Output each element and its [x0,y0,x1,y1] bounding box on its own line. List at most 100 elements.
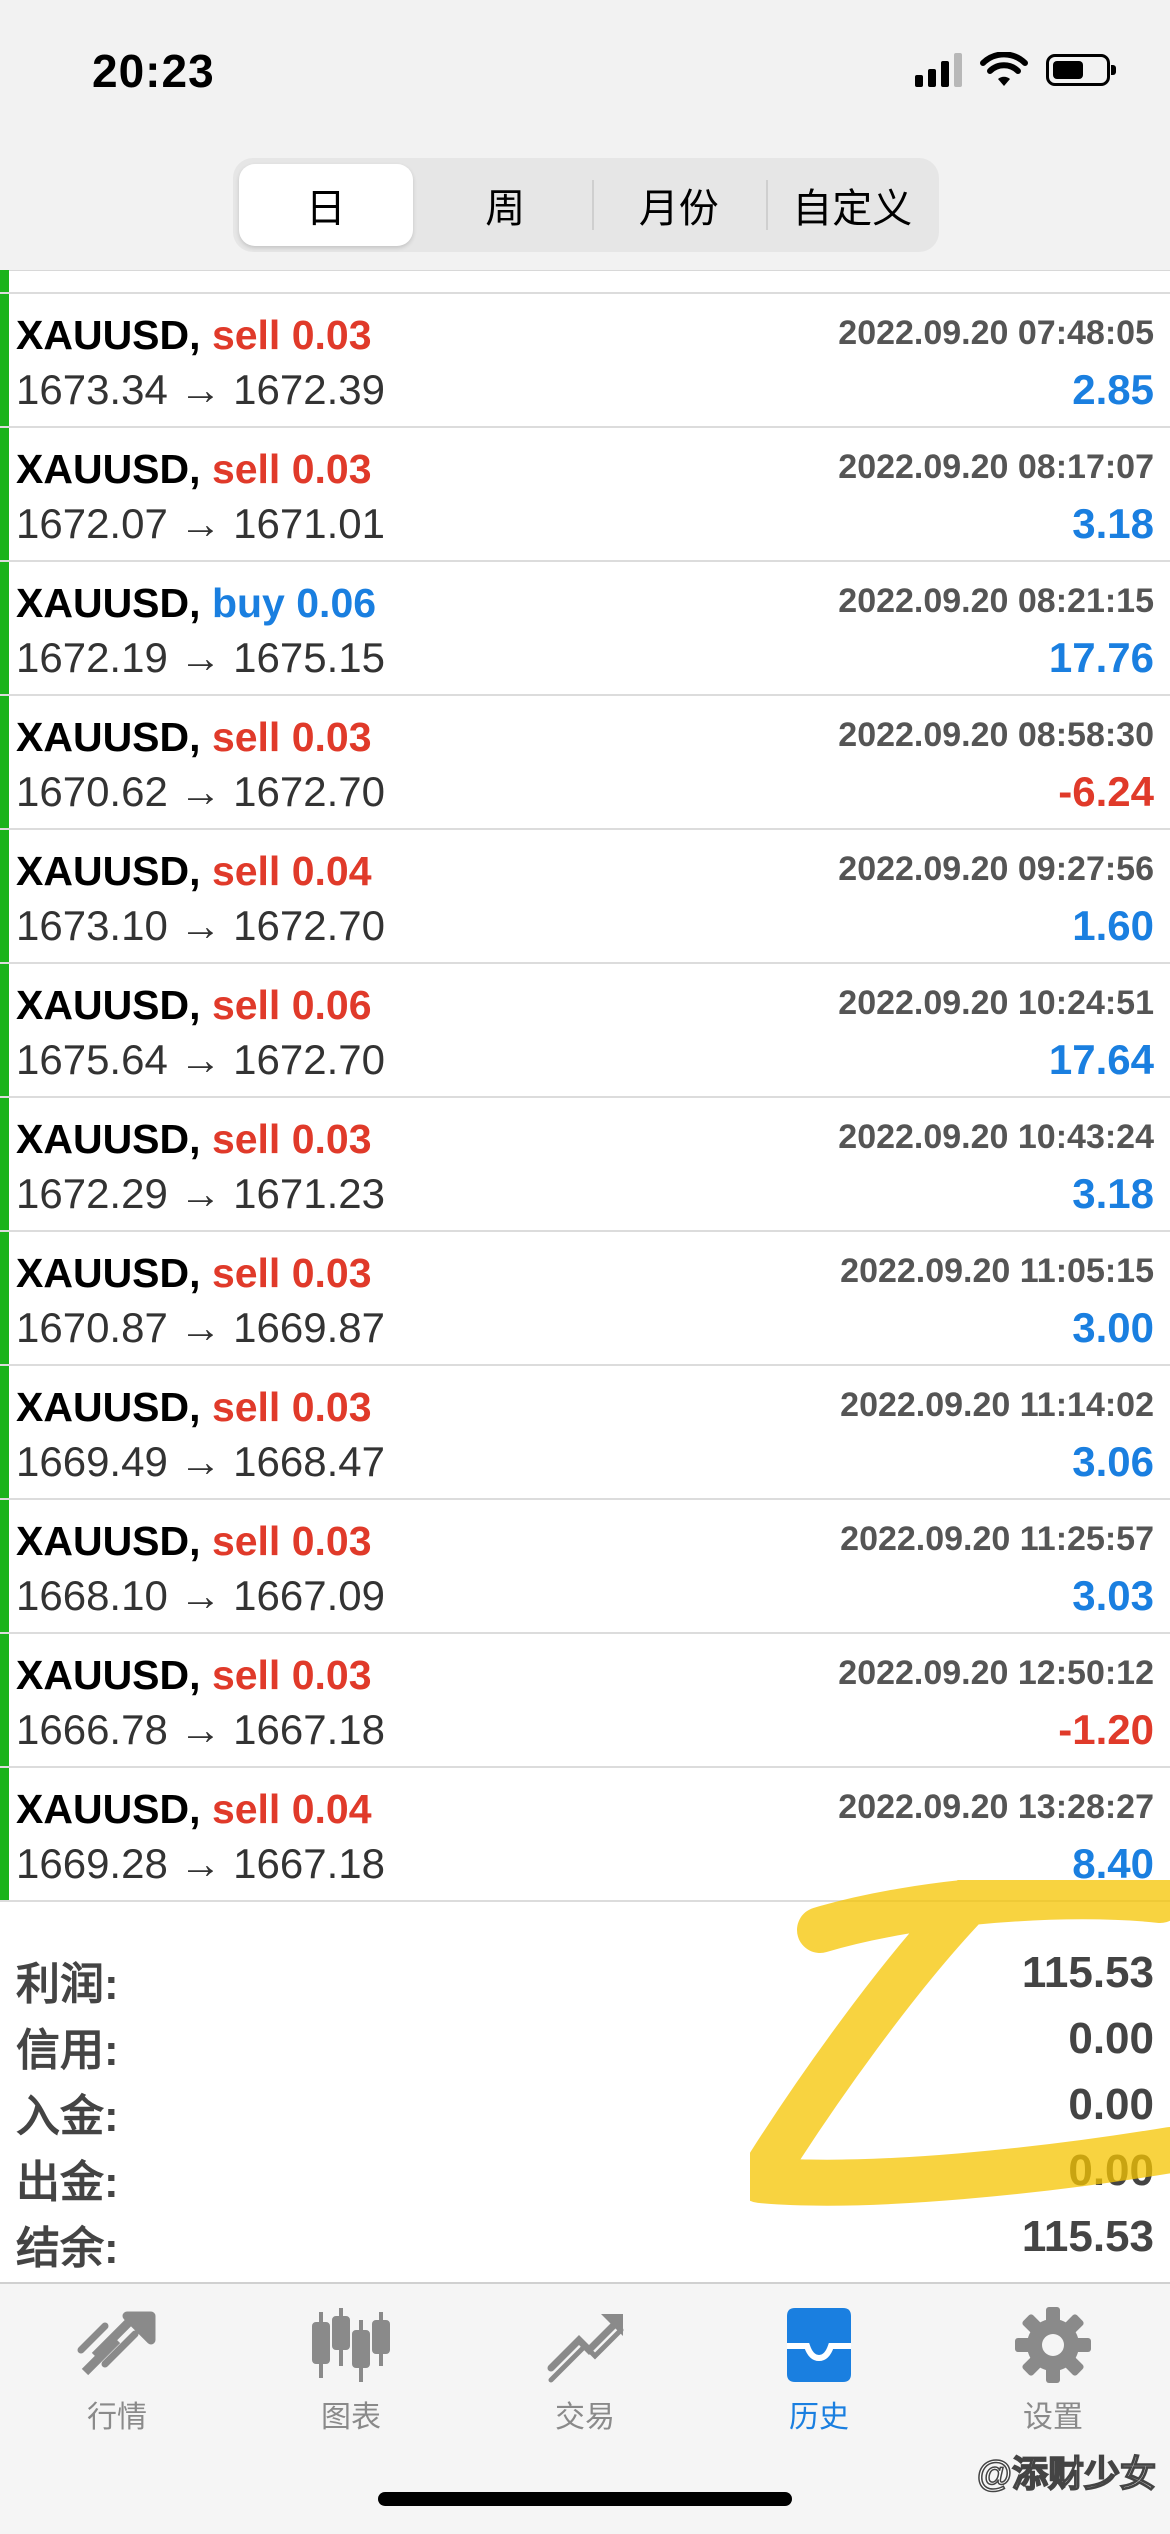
deal-prices: 1670.87 → 1669.87 [16,1304,385,1351]
chart-icon [312,2308,390,2382]
deal-time: 2022.09.20 08:58:30 [838,716,1154,754]
history-icon [787,2308,851,2382]
deal-time: 2022.09.20 11:25:57 [840,1520,1154,1558]
deal-profit: 1.60 [1072,902,1154,949]
watermark: @添财少女 [976,2452,1157,2495]
deal-volume: 0.06 [296,580,377,626]
deal-time: 2022.09.20 12:50:12 [838,1654,1154,1692]
table-row[interactable]: XAUUSD, sell 0.03 2022.09.20 08:58:30 1670… [0,696,1170,830]
home-indicator[interactable] [378,2492,792,2506]
row-marker [0,1634,9,1766]
deal-prices: 1673.10 → 1672.70 [16,902,385,949]
deal-volume: 0.03 [291,1250,372,1296]
tab-label: 行情 [87,2401,147,2434]
segment-month[interactable]: 月份 [592,158,766,252]
summary-deposit-row: 入金: 0.00 [0,2066,1170,2141]
row-marker [0,428,9,560]
tab-label: 设置 [1023,2401,1083,2434]
deal-volume: 0.04 [291,1786,372,1832]
deal-time: 2022.09.20 09:27:56 [838,850,1154,888]
deal-title: XAUUSD, sell 0.06 [16,982,372,1029]
table-row[interactable]: XAUUSD, sell 0.04 2022.09.20 13:28:27 1669… [0,1768,1170,1902]
deal-volume: 0.03 [291,714,372,760]
list-item-partial [0,270,1170,294]
segment-custom[interactable]: 自定义 [765,158,940,252]
table-row[interactable]: XAUUSD, sell 0.06 2022.09.20 10:24:51 1675… [0,964,1170,1098]
status-bar: 20:23 [0,0,1170,150]
deal-title: XAUUSD, sell 0.04 [16,848,372,895]
deal-time: 2022.09.20 13:28:27 [838,1788,1154,1826]
summary-balance-row: 结余: 115.53 [0,2198,1170,2273]
deal-symbol: XAUUSD, [16,312,201,358]
deal-volume: 0.03 [291,1384,372,1430]
history-list[interactable]: XAUUSD, sell 0.03 2022.09.20 07:48:05 1673… [0,270,1170,1920]
deal-profit: -6.24 [1058,768,1154,815]
deal-prices: 1672.07 → 1671.01 [16,500,385,547]
table-row[interactable]: XAUUSD, sell 0.03 2022.09.20 10:43:24 1672… [0,1098,1170,1232]
segment-week[interactable]: 周 [419,158,593,252]
settings-icon [1015,2307,1091,2383]
table-row[interactable]: XAUUSD, sell 0.03 2022.09.20 08:17:07 1672… [0,428,1170,562]
deal-volume: 0.03 [291,1116,372,1162]
summary-withdrawal-row: 出金: 0.00 [0,2132,1170,2207]
deal-symbol: XAUUSD, [16,1116,201,1162]
tab-trade[interactable]: 交易 [468,2306,702,2456]
wifi-icon [980,52,1028,86]
deal-side: sell [211,982,281,1028]
table-row[interactable]: XAUUSD, sell 0.03 2022.09.20 11:05:15 1670… [0,1232,1170,1366]
row-marker [0,294,9,426]
deal-time: 2022.09.20 08:17:07 [838,448,1154,486]
row-marker [0,1500,9,1632]
deal-side: buy [211,580,285,626]
summary-value: 0.00 [1068,2146,1154,2195]
segment-day[interactable]: 日 [239,164,413,246]
deal-time: 2022.09.20 08:21:15 [838,582,1154,620]
deal-side: sell [211,1384,281,1430]
tab-label: 交易 [555,2401,615,2434]
table-row[interactable]: XAUUSD, sell 0.03 2022.09.20 11:14:02 1669… [0,1366,1170,1500]
deal-side: sell [211,446,281,492]
deal-prices: 1673.34 → 1672.39 [16,366,385,413]
summary-credit-row: 信用: 0.00 [0,2000,1170,2075]
table-row[interactable]: XAUUSD, sell 0.03 2022.09.20 12:50:12 1666… [0,1634,1170,1768]
tab-history[interactable]: 历史 [702,2306,936,2456]
deal-title: XAUUSD, sell 0.03 [16,312,372,359]
tab-quotes[interactable]: 行情 [0,2306,234,2456]
deal-time: 2022.09.20 11:14:02 [840,1386,1154,1424]
tab-settings[interactable]: 设置 [936,2306,1170,2456]
table-row[interactable]: XAUUSD, buy 0.06 2022.09.20 08:21:15 1672.… [0,562,1170,696]
status-icons [915,52,1116,88]
summary-value: 115.53 [1021,2212,1154,2261]
deal-title: XAUUSD, sell 0.03 [16,1518,372,1565]
tab-chart[interactable]: 图表 [234,2306,468,2456]
deal-profit: 17.76 [1048,634,1154,681]
row-marker [0,696,9,828]
deal-volume: 0.04 [291,848,372,894]
deal-profit: 3.18 [1072,1170,1154,1217]
table-row[interactable]: XAUUSD, sell 0.03 2022.09.20 11:25:57 1668… [0,1500,1170,1634]
cellular-signal-icon [915,53,962,87]
deal-symbol: XAUUSD, [16,1384,201,1430]
deal-symbol: XAUUSD, [16,1786,201,1832]
deal-prices: 1670.62 → 1672.70 [16,768,385,815]
row-marker [0,1366,9,1498]
trade-icon [547,2314,624,2383]
deal-side: sell [211,714,281,760]
table-row[interactable]: XAUUSD, sell 0.03 2022.09.20 07:48:05 1673… [0,294,1170,428]
quotes-icon [77,2311,156,2376]
summary-profit-row: 利润: 115.53 [0,1934,1170,2009]
row-marker [0,830,9,962]
table-row[interactable]: XAUUSD, sell 0.04 2022.09.20 09:27:56 1673… [0,830,1170,964]
deal-symbol: XAUUSD, [16,1652,201,1698]
deal-side: sell [211,1652,281,1698]
deal-profit: 17.64 [1048,1036,1154,1083]
period-bar: 日 周 月份 自定义 [0,150,1170,271]
deal-profit: 3.03 [1072,1572,1154,1619]
deal-side: sell [211,1116,281,1162]
deal-prices: 1672.19 → 1675.15 [16,634,385,681]
deal-volume: 0.03 [291,1518,372,1564]
deal-side: sell [211,848,281,894]
deal-title: XAUUSD, sell 0.04 [16,1786,372,1833]
deal-prices: 1666.78 → 1667.18 [16,1706,385,1753]
deal-symbol: XAUUSD, [16,446,201,492]
